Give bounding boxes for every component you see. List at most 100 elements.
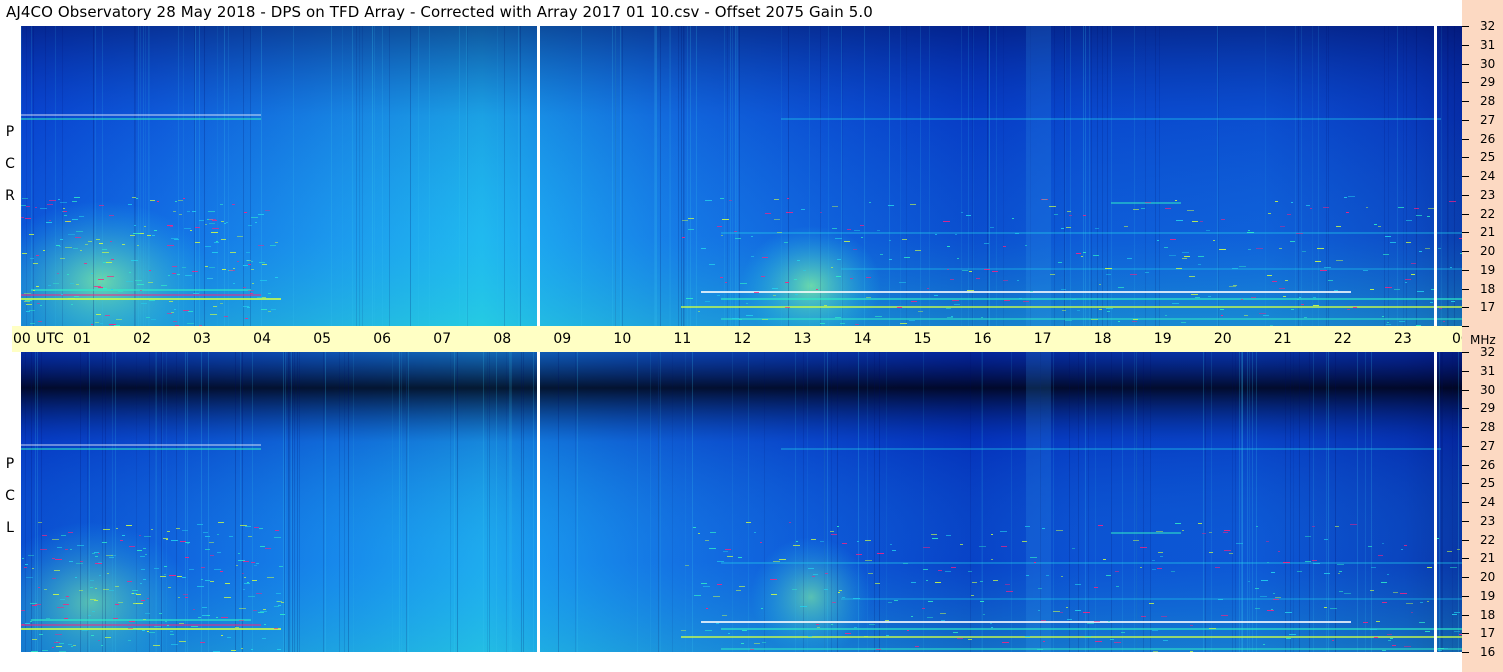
spectrogram-speckle [1015,233,1019,234]
spectrogram-speckle [794,279,797,280]
spectrogram-speckle [59,246,61,247]
spectrogram-streak [1326,26,1327,326]
spectrogram-speckle [178,597,180,598]
spectrogram-speckle [1283,562,1290,563]
spectrogram-streak [356,26,357,326]
spectrogram-speckle [1297,299,1299,300]
spectrogram-speckle [1072,299,1076,300]
spectrogram-speckle [274,537,281,538]
spectrogram-streak [1416,26,1417,326]
spectrogram-streak [497,26,498,326]
spectrogram-streak [1265,26,1266,326]
spectrogram-streak [374,26,375,326]
spectrogram-speckle [1324,573,1330,574]
spectrogram-speckle [1157,240,1159,241]
spectrogram-speckle [1280,226,1285,227]
spectrogram-speckle [1072,548,1075,549]
spectrogram-streak [1070,26,1071,326]
spectrogram-speckle [1406,220,1412,221]
spectrogram-speckle [182,577,186,578]
spectrogram-speckle [1050,274,1055,275]
spectrogram-speckle [1105,268,1112,269]
spectrogram-speckle [92,611,95,612]
spectrogram-speckle [1273,599,1279,600]
spectrogram-speckle [1190,625,1193,626]
spectrogram-streak [459,26,460,326]
spectrogram-speckle [130,235,135,236]
spectrogram-speckle [141,569,145,570]
spectrogram-speckle [1107,311,1110,312]
spectrogram-speckle [796,541,798,542]
spectrogram-streak [89,352,90,652]
spectrogram-streak [1218,26,1219,326]
spectrogram-speckle [1347,309,1350,310]
spectrogram-speckle [922,608,925,609]
spectrogram-speckle [271,309,276,310]
spectrogram-speckle [941,620,945,621]
spectrogram-speckle [132,197,136,198]
spectrogram-speckle [61,294,63,295]
spectrogram-speckle [984,243,989,244]
spectrogram-speckle [1324,539,1328,540]
spectrogram-streak [735,26,736,326]
spectrogram-speckle [1208,296,1211,297]
spectrogram-speckle [1406,603,1413,604]
spectrogram-streak [25,352,26,652]
spectrogram-speckle [1374,224,1377,225]
spectrogram-speckle [1106,274,1111,275]
frequency-tick-label: 21 [1480,551,1496,566]
spectrogram-speckle [1305,561,1311,562]
spectrogram-speckle [55,559,62,560]
spectrogram-speckle [264,624,266,625]
spectrogram-speckle [918,311,923,312]
spectrogram-streak [80,352,81,652]
spectrogram-speckle [224,597,231,598]
spectrogram-speckle [54,642,60,643]
spectrogram-speckle [720,198,724,199]
frequency-tick [1462,26,1469,27]
spectrogram-streak [683,26,684,326]
spectrogram-speckle [1439,308,1442,309]
spectrogram-speckle [835,238,842,239]
spectrogram-speckle [277,649,281,650]
frequency-tick-label: 30 [1480,56,1496,71]
spectrogram-speckle [840,323,845,324]
spectrogram-speckle [1198,523,1202,524]
spectrogram-speckle [897,307,902,308]
spectrogram-speckle [976,278,980,279]
spectrogram-streak [483,352,484,652]
spectrogram-streak [285,352,286,652]
spectrogram-speckle [241,648,243,649]
spectrogram-speckle [141,303,147,304]
spectrogram-speckle [866,277,871,278]
spectrogram-speckle [179,623,184,624]
frequency-tick [1462,176,1469,177]
spectrogram-speckle [831,267,833,268]
spectrogram-speckle [128,204,132,205]
spectrogram-speckle [938,570,942,571]
spectrogram-speckle [1251,297,1256,298]
spectrogram-speckle [102,542,107,543]
spectrogram-speckle [208,211,215,212]
spectrogram-speckle [839,590,842,591]
spectrogram-speckle [865,560,872,561]
spectrogram-speckle [144,226,146,227]
spectrogram-speckle [725,549,731,550]
frequency-tick [1462,138,1469,140]
spectrogram-speckle [52,647,54,648]
spectrogram-speckle [940,613,946,614]
spectrogram-speckle [1206,230,1210,231]
spectrogram-streak [489,352,490,652]
spectrogram-speckle [98,553,100,554]
spectrogram-speckle [73,645,76,646]
rcp-spectrogram [21,26,1462,326]
spectrogram-speckle [1023,301,1029,302]
spectrogram-streak [185,352,186,652]
spectrogram-speckle [229,270,235,271]
spectrogram-streak [581,26,582,326]
spectrogram-speckle [1067,211,1071,212]
spectrogram-streak [102,26,103,326]
spectrogram-speckle [1450,267,1452,268]
spectrogram-speckle [1038,610,1040,611]
spectrogram-speckle [242,573,244,574]
